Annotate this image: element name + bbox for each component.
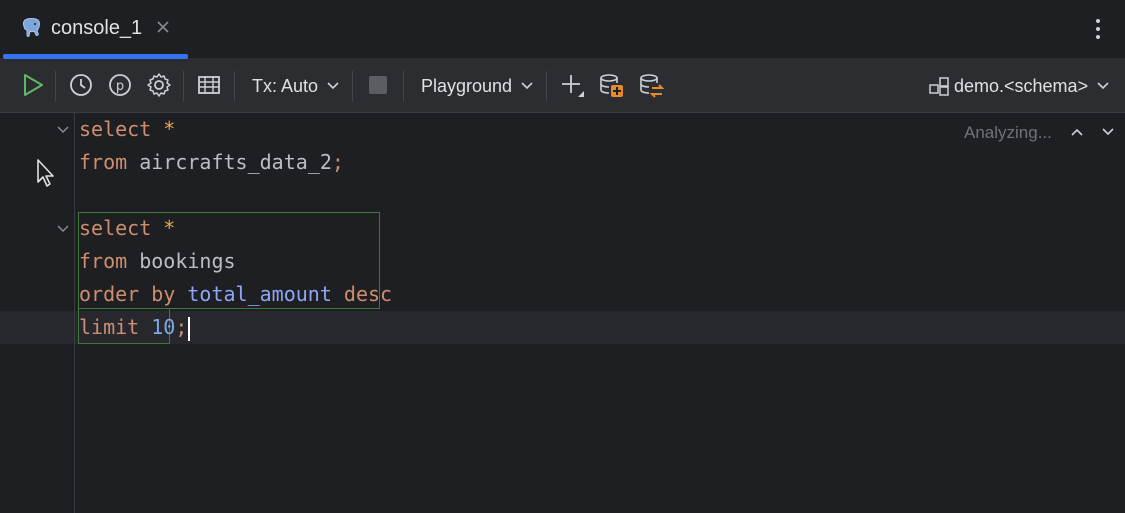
code-token: *: [163, 117, 176, 141]
code-line[interactable]: from aircrafts_data_2;: [79, 146, 344, 179]
code-token: *: [163, 216, 176, 240]
toolbar-separator: [183, 71, 184, 101]
fold-chevron-icon[interactable]: [56, 123, 70, 137]
code-token: ;: [331, 150, 344, 174]
chevron-up-icon[interactable]: [1069, 124, 1085, 140]
gutter-border: [74, 113, 75, 513]
code-token: total_amount: [187, 282, 332, 306]
history-clock-icon[interactable]: [67, 71, 95, 99]
schema-selector-dropdown[interactable]: demo.<schema>: [954, 73, 1110, 99]
sql-editor[interactable]: select * from aircrafts_data_2; select * fr…: [0, 113, 1125, 513]
code-line[interactable]: select *: [79, 212, 175, 245]
transaction-mode-label: Tx: Auto: [252, 75, 319, 96]
svg-text:p: p: [116, 79, 124, 94]
code-token: order by: [79, 282, 176, 306]
toolbar-separator: [546, 71, 547, 101]
code-token: bookings: [127, 249, 236, 273]
mouse-pointer-icon: [37, 159, 54, 187]
tab-console-1[interactable]: console_1: [0, 0, 189, 59]
transaction-mode-dropdown[interactable]: Tx: Auto: [252, 73, 340, 99]
table-view-icon[interactable]: [195, 71, 223, 99]
code-token: desc: [343, 282, 393, 306]
toolbar-separator: [55, 71, 56, 101]
toolbar-separator: [234, 71, 235, 101]
code-line[interactable]: order by total_amount desc: [79, 278, 392, 311]
editor-tab-bar: console_1: [0, 0, 1125, 59]
add-datasource-icon[interactable]: [597, 71, 625, 99]
chevron-down-icon[interactable]: [1100, 124, 1116, 140]
chevron-down-icon: [1097, 82, 1109, 90]
chevron-down-icon: [521, 82, 533, 90]
console-toolbar: p Tx: Auto Playground demo.<schema>: [0, 59, 1125, 113]
postgresql-elephant-icon: [22, 18, 40, 37]
code-token: from: [79, 150, 128, 174]
code-token: aircrafts_data_2: [127, 150, 332, 174]
code-line[interactable]: limit 10;: [79, 311, 191, 344]
close-icon[interactable]: [155, 19, 171, 35]
code-line[interactable]: from bookings: [79, 245, 236, 278]
toolbar-separator: [403, 71, 404, 101]
toolbar-separator: [352, 71, 353, 101]
settings-gear-icon[interactable]: [145, 71, 173, 99]
code-line[interactable]: select *: [79, 113, 175, 146]
chevron-down-icon: [327, 82, 339, 90]
code-token: from: [79, 249, 128, 273]
code-token: ;: [175, 315, 188, 339]
playground-mode-label: Playground: [421, 75, 513, 96]
code-token: select: [79, 117, 152, 141]
run-icon[interactable]: [19, 71, 47, 99]
stop-icon[interactable]: [364, 71, 392, 99]
tab-label: console_1: [51, 17, 143, 39]
code-token: limit: [79, 315, 140, 339]
fold-chevron-icon[interactable]: [56, 222, 70, 236]
code-token: select: [79, 216, 152, 240]
schema-label: demo.<schema>: [954, 75, 1089, 96]
more-options-icon[interactable]: [1088, 16, 1108, 42]
sync-datasource-icon[interactable]: [637, 71, 665, 99]
text-caret: [188, 316, 191, 341]
parameters-icon[interactable]: p: [106, 71, 134, 99]
playground-mode-dropdown[interactable]: Playground: [421, 73, 534, 99]
schema-icon: [929, 77, 949, 96]
add-icon[interactable]: [558, 71, 586, 99]
analysis-status: Analyzing...: [964, 123, 1052, 142]
code-token: 10: [151, 315, 176, 339]
